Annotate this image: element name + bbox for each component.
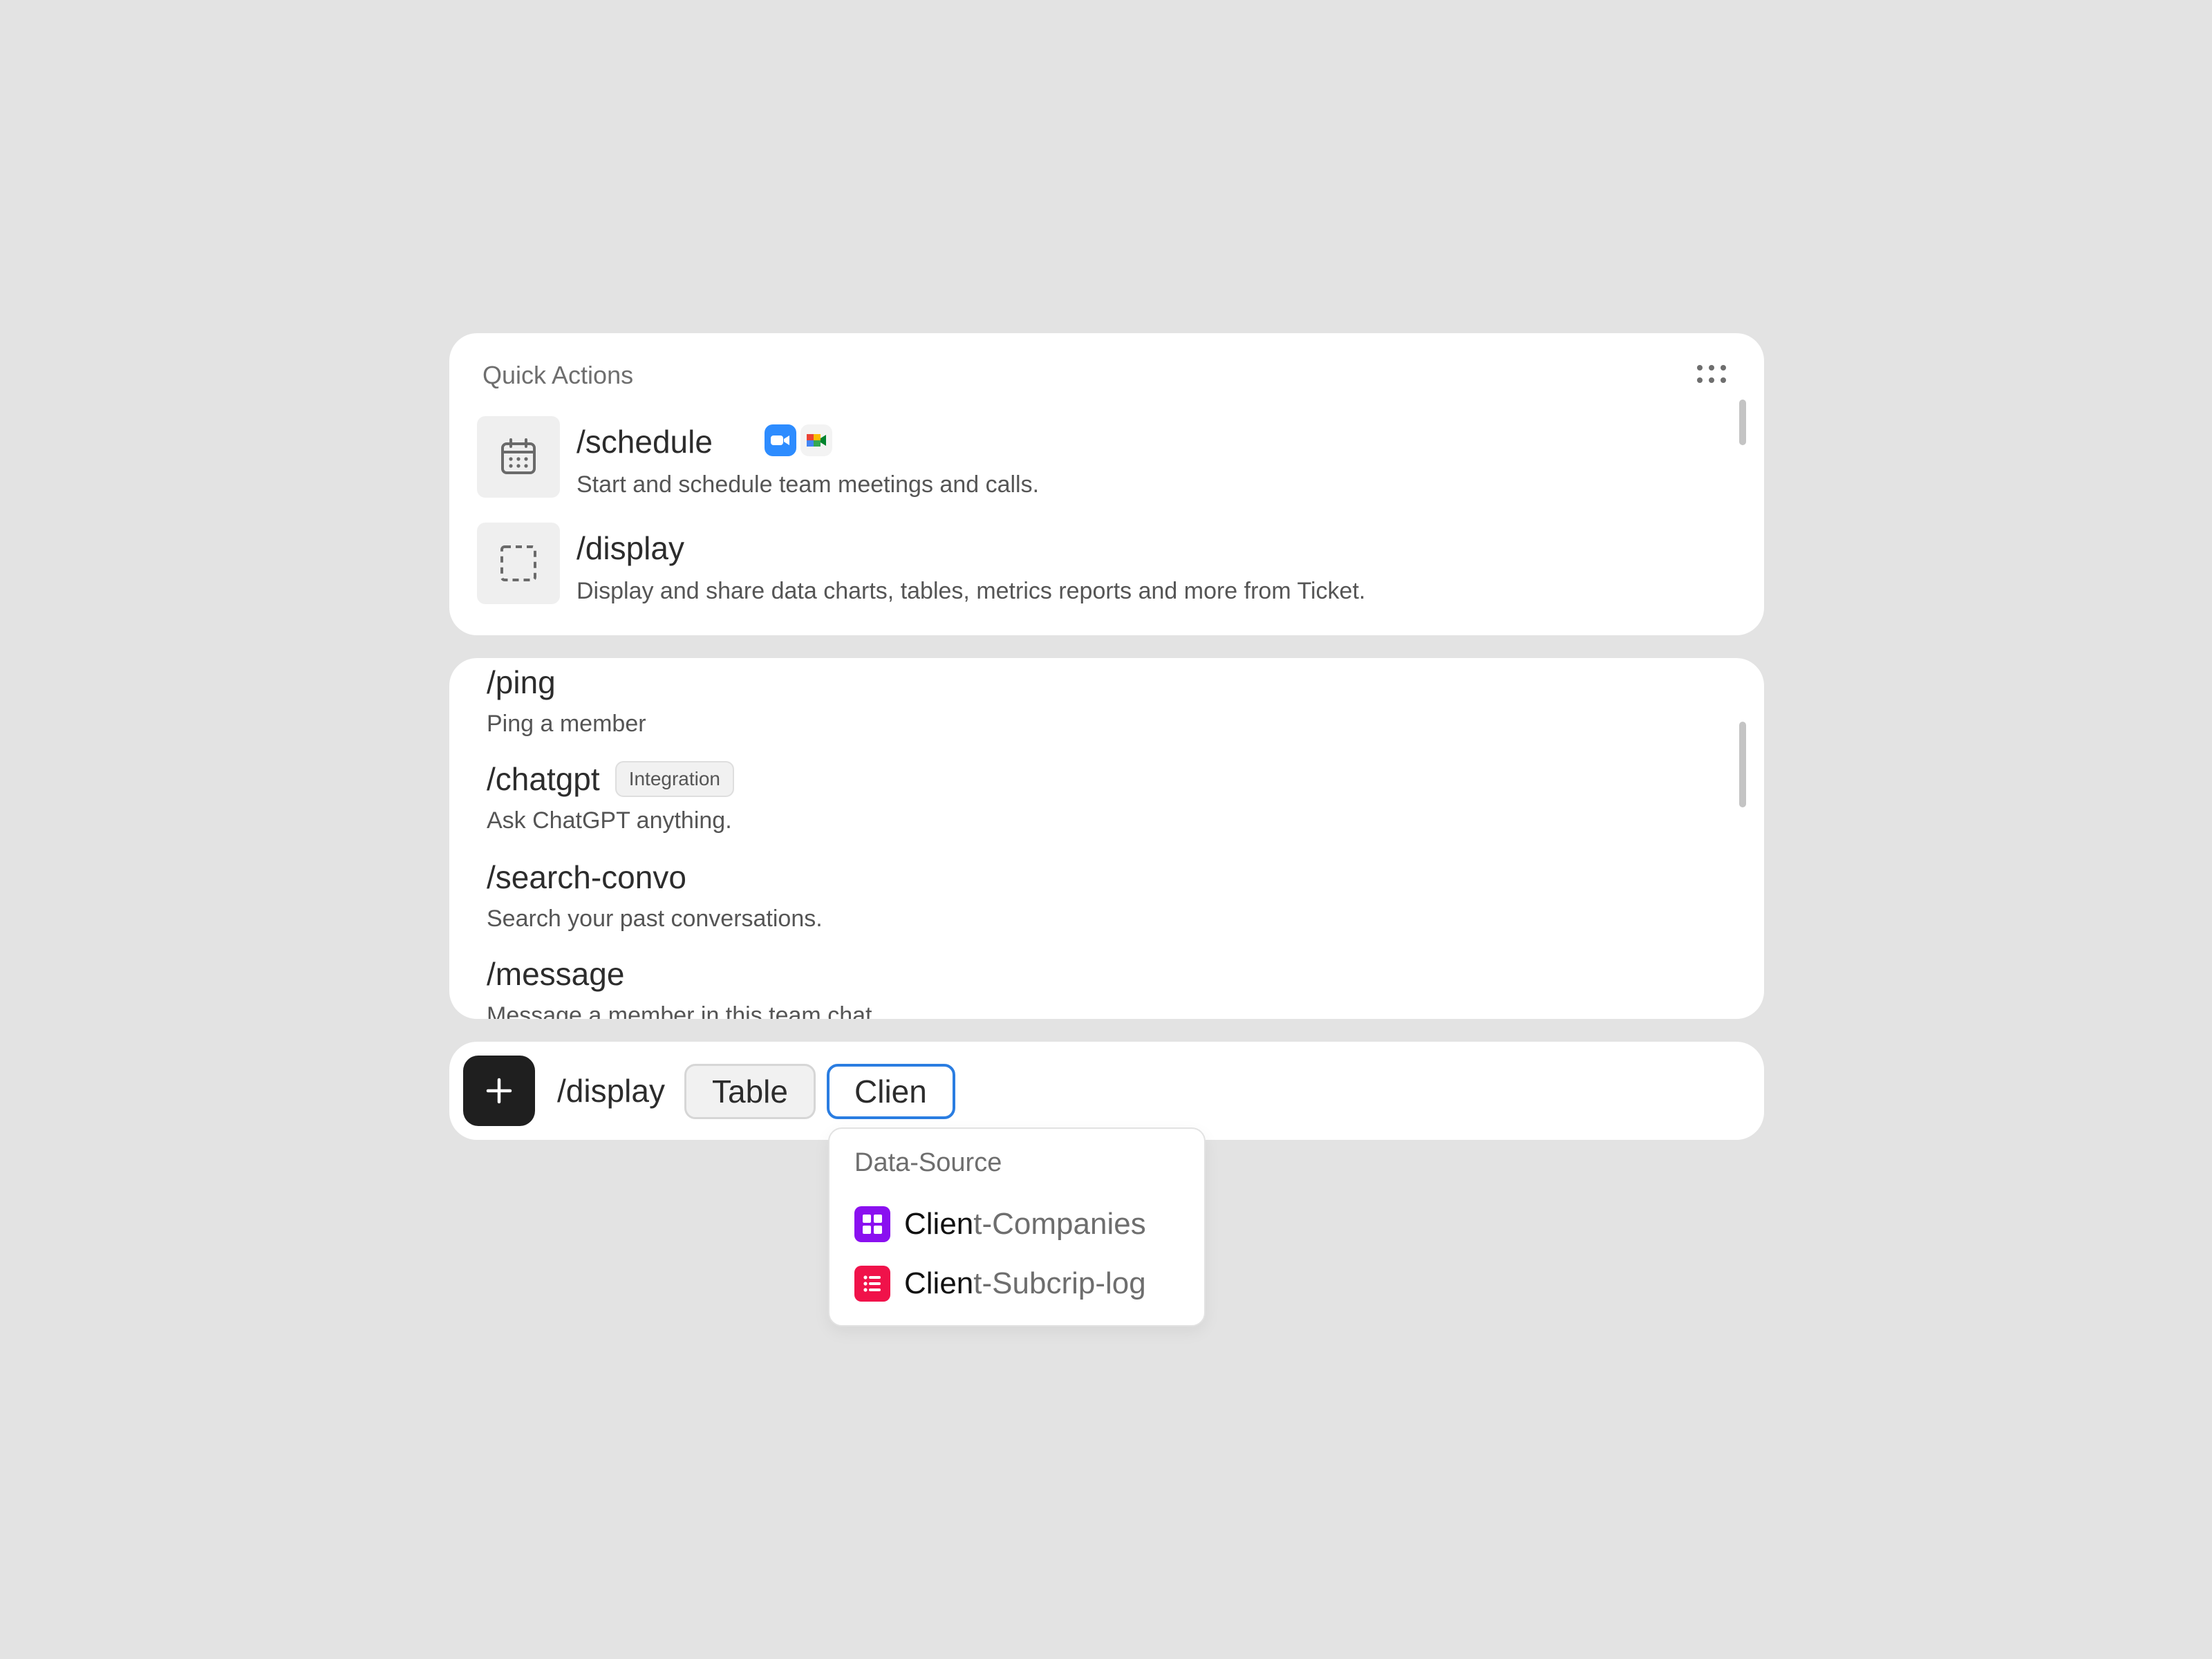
command-chatgpt[interactable]: /chatgpt Integration Ask ChatGPT anythin… <box>487 760 1662 834</box>
search-convo-command: /search-convo <box>487 859 686 895</box>
item-rest-text: t-Companies <box>973 1207 1146 1241</box>
item-rest-text: t-Subcrip-log <box>973 1266 1146 1300</box>
search-convo-description: Search your past conversations. <box>487 906 823 932</box>
data-source-input[interactable]: Clien <box>827 1064 955 1119</box>
schedule-command: /schedule <box>577 424 713 460</box>
add-button[interactable] <box>463 1056 535 1126</box>
integration-badge: Integration <box>615 761 735 797</box>
chatgpt-command: /chatgpt <box>487 761 600 797</box>
zoom-icon <box>765 424 796 456</box>
item-match-text: Clien <box>904 1207 974 1241</box>
table-chip[interactable]: Table <box>684 1064 816 1119</box>
display-description: Display and share data charts, tables, m… <box>577 578 1366 604</box>
active-command: /display <box>557 1073 665 1109</box>
quick-actions-scrollbar[interactable] <box>1739 400 1746 445</box>
calendar-icon <box>501 438 536 474</box>
schedule-app-icons <box>765 424 832 456</box>
command-list-scrollbar[interactable] <box>1739 722 1746 807</box>
google-meet-icon <box>800 424 832 456</box>
quick-actions-panel: Quick Actions /schedule Start and schedu… <box>449 333 1764 635</box>
dashed-square-icon <box>500 545 536 581</box>
ping-description: Ping a member <box>487 711 646 737</box>
command-search-convo[interactable]: /search-convo Search your past conversat… <box>487 859 1662 932</box>
data-source-input-value: Clien <box>854 1074 927 1109</box>
table-grid-icon <box>854 1206 890 1242</box>
quick-action-schedule[interactable]: /schedule Start and schedule team meetin… <box>477 416 1707 499</box>
display-command: /display <box>577 530 684 566</box>
dropdown-item-client-subcrip-log[interactable]: Client-Subcrip-log <box>854 1264 1146 1303</box>
more-grid-icon[interactable] <box>1696 364 1727 384</box>
data-source-dropdown: Data-Source Client-Companies Client-Subc… <box>828 1127 1206 1327</box>
schedule-icon-box <box>477 416 560 498</box>
quick-actions-title: Quick Actions <box>482 361 634 389</box>
command-ping[interactable]: /ping Ping a member <box>487 664 1662 738</box>
ping-command: /ping <box>487 664 556 700</box>
dropdown-header: Data-Source <box>854 1148 1002 1177</box>
schedule-description: Start and schedule team meetings and cal… <box>577 471 1040 498</box>
message-command: /message <box>487 956 625 992</box>
display-icon-box <box>477 523 560 604</box>
dropdown-item-client-companies[interactable]: Client-Companies <box>854 1205 1146 1244</box>
command-input-bar: /display Table Clien <box>449 1042 1764 1140</box>
command-message[interactable]: /message Message a member in this team c… <box>487 955 1662 1019</box>
list-icon <box>854 1266 890 1302</box>
quick-action-display[interactable]: /display Display and share data charts, … <box>477 523 1707 606</box>
chatgpt-description: Ask ChatGPT anything. <box>487 807 732 834</box>
item-match-text: Clien <box>904 1266 974 1300</box>
command-list-panel: /ping Ping a member /chatgpt Integration… <box>449 658 1764 1019</box>
message-description: Message a member in this team chat. <box>487 1002 879 1019</box>
plus-icon <box>486 1078 512 1104</box>
